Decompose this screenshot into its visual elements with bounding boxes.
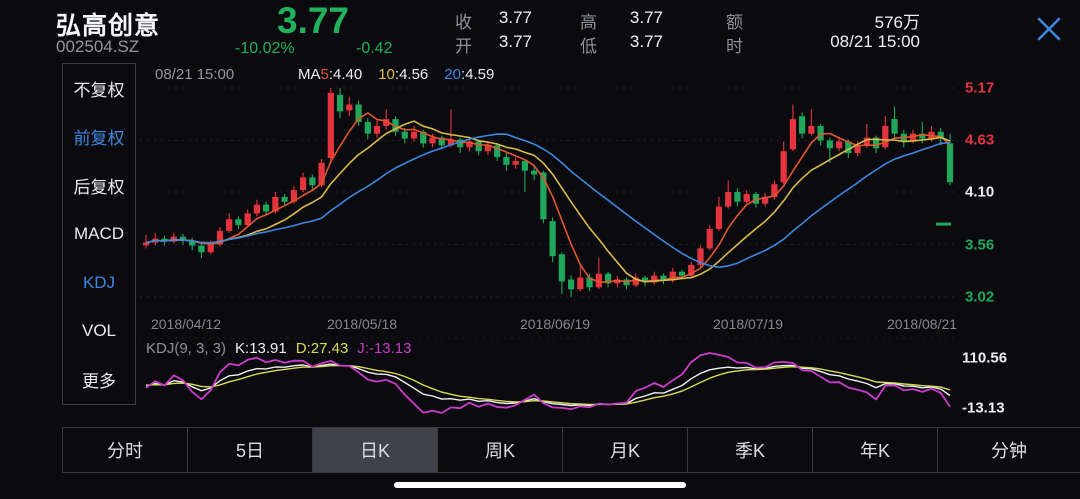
tab-日K[interactable]: 日K — [313, 428, 438, 472]
price-axis-label: 3.02 — [965, 288, 995, 306]
tab-年K[interactable]: 年K — [813, 428, 938, 472]
stat-label: 额 — [726, 13, 743, 32]
price-axis-label: 5.17 — [965, 79, 995, 97]
stat-value: 3.77 — [629, 32, 663, 51]
tab-周K[interactable]: 周K — [438, 428, 563, 472]
stock-code: 002504.SZ — [56, 37, 140, 56]
price-axis-label: 4.10 — [965, 183, 995, 201]
indicator-sidebar: 不复权 前复权 后复权 MACD KDJ VOL 更多 — [62, 63, 136, 405]
sidebar-item-不复权[interactable]: 不复权 — [63, 64, 135, 113]
tab-分时[interactable]: 分时 — [63, 428, 188, 472]
current-price: 3.77 — [277, 0, 350, 41]
tab-分钟[interactable]: 分钟 ▾ — [938, 428, 1080, 472]
stat-value: 08/21 15:00 — [830, 32, 920, 51]
chevron-down-icon: ▾ — [1010, 443, 1017, 457]
stat-label: 开 — [455, 37, 472, 56]
tab-季K[interactable]: 季K — [688, 428, 813, 472]
sidebar-item-后复权[interactable]: 后复权 — [63, 161, 135, 210]
sidebar-item-更多[interactable]: 更多 — [63, 355, 135, 404]
tab-5日[interactable]: 5日 — [188, 428, 313, 472]
price-axis-label: 3.56 — [965, 236, 995, 253]
stat-value: 3.77 — [629, 8, 663, 27]
tab-月K[interactable]: 月K — [563, 428, 688, 472]
sidebar-item-MACD[interactable]: MACD — [63, 210, 135, 259]
kdj-axis-bottom-label: -13.13 — [962, 399, 1005, 417]
stat-label: 高 — [580, 13, 597, 32]
price-axis-label: 4.63 — [965, 131, 995, 149]
kdj-axis-top-label: 110.56 — [962, 349, 1008, 367]
stat-label: 收 — [455, 13, 472, 32]
home-indicator — [394, 482, 686, 488]
stock-chart-screen: 弘高创意 002504.SZ 3.77 -10.02% -0.42 不复权 前复权… — [0, 0, 1080, 499]
stat-label: 低 — [580, 37, 597, 56]
stat-value: 3.77 — [498, 8, 532, 27]
change-percent: -10.02% — [235, 40, 295, 57]
stat-value: 576万 — [874, 13, 920, 32]
chart-pan-zoom-area[interactable] — [140, 62, 958, 422]
change-amount: -0.42 — [356, 40, 393, 57]
close-icon[interactable] — [1032, 12, 1066, 46]
sidebar-item-VOL[interactable]: VOL — [63, 307, 135, 356]
stat-value: 3.77 — [498, 32, 532, 51]
sidebar-item-前复权[interactable]: 前复权 — [63, 113, 135, 162]
sidebar-item-KDJ[interactable]: KDJ — [63, 258, 135, 307]
stat-label: 时 — [726, 37, 743, 56]
period-tab-bar: 分时 5日 日K 周K 月K 季K 年K 分钟 ▾ — [62, 427, 1080, 473]
